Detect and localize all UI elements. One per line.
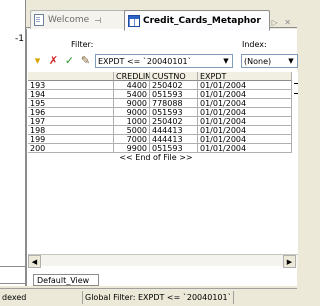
cell-credlim[interactable]: 4400 — [114, 81, 150, 90]
index-select[interactable]: (None) ▼ — [241, 54, 298, 68]
column-header-rownum — [28, 72, 114, 81]
table-row[interactable]: 195 9000 778088 01/01/2004 — [28, 99, 292, 108]
cell-custno[interactable]: 444413 — [150, 135, 198, 144]
cell-custno[interactable]: 051593 — [150, 108, 198, 117]
table-icon — [128, 14, 140, 27]
clear-filter-icon[interactable]: ✗ — [47, 54, 60, 67]
table-row[interactable]: 198 5000 444413 01/01/2004 — [28, 126, 292, 135]
cell-custno[interactable]: 051593 — [150, 90, 198, 99]
data-grid[interactable]: CREDLIM CUSTNO EXPDT 193 4400 250402 01/… — [28, 72, 298, 254]
pane-marker: -1 — [15, 34, 24, 44]
cell-custno[interactable]: 250402 — [150, 81, 198, 90]
cell-expdt[interactable]: 01/01/2004 — [198, 126, 292, 135]
cell-credlim[interactable]: 5400 — [114, 90, 150, 99]
index-select-value: (None) — [244, 56, 272, 66]
status-divider — [233, 291, 234, 304]
table-browser-panel: Filter: Index: ▾ ✗ ✓ ✎ EXPDT <= `2004010… — [26, 29, 298, 286]
filter-builder-icon[interactable]: ✎ — [79, 54, 92, 67]
filter-label: Filter: — [71, 40, 94, 49]
row-number: 195 — [28, 99, 114, 108]
cell-expdt[interactable]: 01/01/2004 — [198, 108, 292, 117]
cell-credlim[interactable]: 5000 — [114, 126, 150, 135]
row-number: 198 — [28, 126, 114, 135]
tab-credit-cards-metaphor[interactable]: Credit_Cards_Metaphor — [124, 10, 270, 31]
tab-welcome[interactable]: Welcome ⊣ — [30, 10, 129, 29]
adjacent-pane: -1 — [0, 0, 26, 286]
cell-custno[interactable]: 250402 — [150, 117, 198, 126]
filter-expression-combo[interactable]: EXPDT <= `20040101` ▼ — [95, 54, 233, 68]
end-of-file-marker: << End of File >> — [119, 153, 193, 162]
cell-credlim[interactable]: 9000 — [114, 99, 150, 108]
column-header-credlim[interactable]: CREDLIM — [114, 72, 150, 81]
table-row[interactable]: 196 9000 051593 01/01/2004 — [28, 108, 292, 117]
cell-expdt[interactable]: 01/01/2004 — [198, 144, 292, 153]
cell-credlim[interactable]: 7000 — [114, 135, 150, 144]
index-label: Index: — [242, 40, 267, 49]
scroll-left-icon[interactable]: ◀ — [28, 255, 41, 268]
cell-credlim[interactable]: 9900 — [114, 144, 150, 153]
cell-custno[interactable]: 051593 — [150, 144, 198, 153]
scroll-right-icon[interactable]: ▶ — [283, 255, 296, 268]
row-number: 193 — [28, 81, 114, 90]
table-row[interactable]: 200 9900 051593 01/01/2004 — [28, 144, 292, 153]
row-number: 197 — [28, 117, 114, 126]
divider — [0, 283, 26, 284]
status-bar: dexed Global Filter: EXPDT <= `20040101` — [0, 288, 297, 306]
chevron-down-icon[interactable]: ▼ — [285, 55, 297, 67]
horizontal-scrollbar[interactable]: ◀ ▶ — [28, 254, 298, 268]
chevron-down-icon[interactable]: ▼ — [220, 55, 232, 67]
cell-expdt[interactable]: 01/01/2004 — [198, 117, 292, 126]
column-header-custno[interactable]: CUSTNO — [150, 72, 198, 81]
divider — [0, 266, 26, 267]
status-divider — [82, 291, 83, 304]
column-header-expdt[interactable]: EXPDT — [198, 72, 292, 81]
cell-credlim[interactable]: 9000 — [114, 108, 150, 117]
table-row[interactable]: 197 1000 250402 01/01/2004 — [28, 117, 292, 126]
cell-expdt[interactable]: 01/01/2004 — [198, 90, 292, 99]
cell-expdt[interactable]: 01/01/2004 — [198, 81, 292, 90]
apply-filter-icon[interactable]: ✓ — [63, 54, 76, 67]
grid-header-row: CREDLIM CUSTNO EXPDT — [28, 72, 292, 81]
row-number: 196 — [28, 108, 114, 117]
status-indexed: dexed — [2, 293, 27, 302]
cell-credlim[interactable]: 1000 — [114, 117, 150, 126]
status-global-filter: Global Filter: EXPDT <= `20040101` — [85, 293, 232, 302]
filter-expression-value: EXPDT <= `20040101` — [98, 56, 192, 66]
cell-expdt[interactable]: 01/01/2004 — [198, 99, 292, 108]
table-row[interactable]: 193 4400 250402 01/01/2004 — [28, 81, 292, 90]
cell-expdt[interactable]: 01/01/2004 — [198, 135, 292, 144]
row-number: 194 — [28, 90, 114, 99]
tab-active-label: Credit_Cards_Metaphor — [143, 15, 261, 26]
cell-custno[interactable]: 444413 — [150, 126, 198, 135]
document-icon — [34, 14, 44, 26]
pin-icon[interactable]: ⊣ — [94, 16, 101, 25]
document-tab-strip: Welcome ⊣ Credit_Cards_Metaphor ◁ ▷ ✕ — [26, 6, 297, 31]
table-row[interactable]: 194 5400 051593 01/01/2004 — [28, 90, 292, 99]
row-number: 200 — [28, 144, 114, 153]
table-row[interactable]: 199 7000 444413 01/01/2004 — [28, 135, 292, 144]
row-number: 199 — [28, 135, 114, 144]
tab-welcome-label: Welcome — [48, 15, 90, 25]
cell-custno[interactable]: 778088 — [150, 99, 198, 108]
view-tab-default[interactable]: Default_View — [33, 274, 99, 286]
filter-funnel-icon[interactable]: ▾ — [31, 54, 44, 67]
scroll-tick — [294, 83, 298, 87]
scroll-tick — [294, 93, 298, 97]
